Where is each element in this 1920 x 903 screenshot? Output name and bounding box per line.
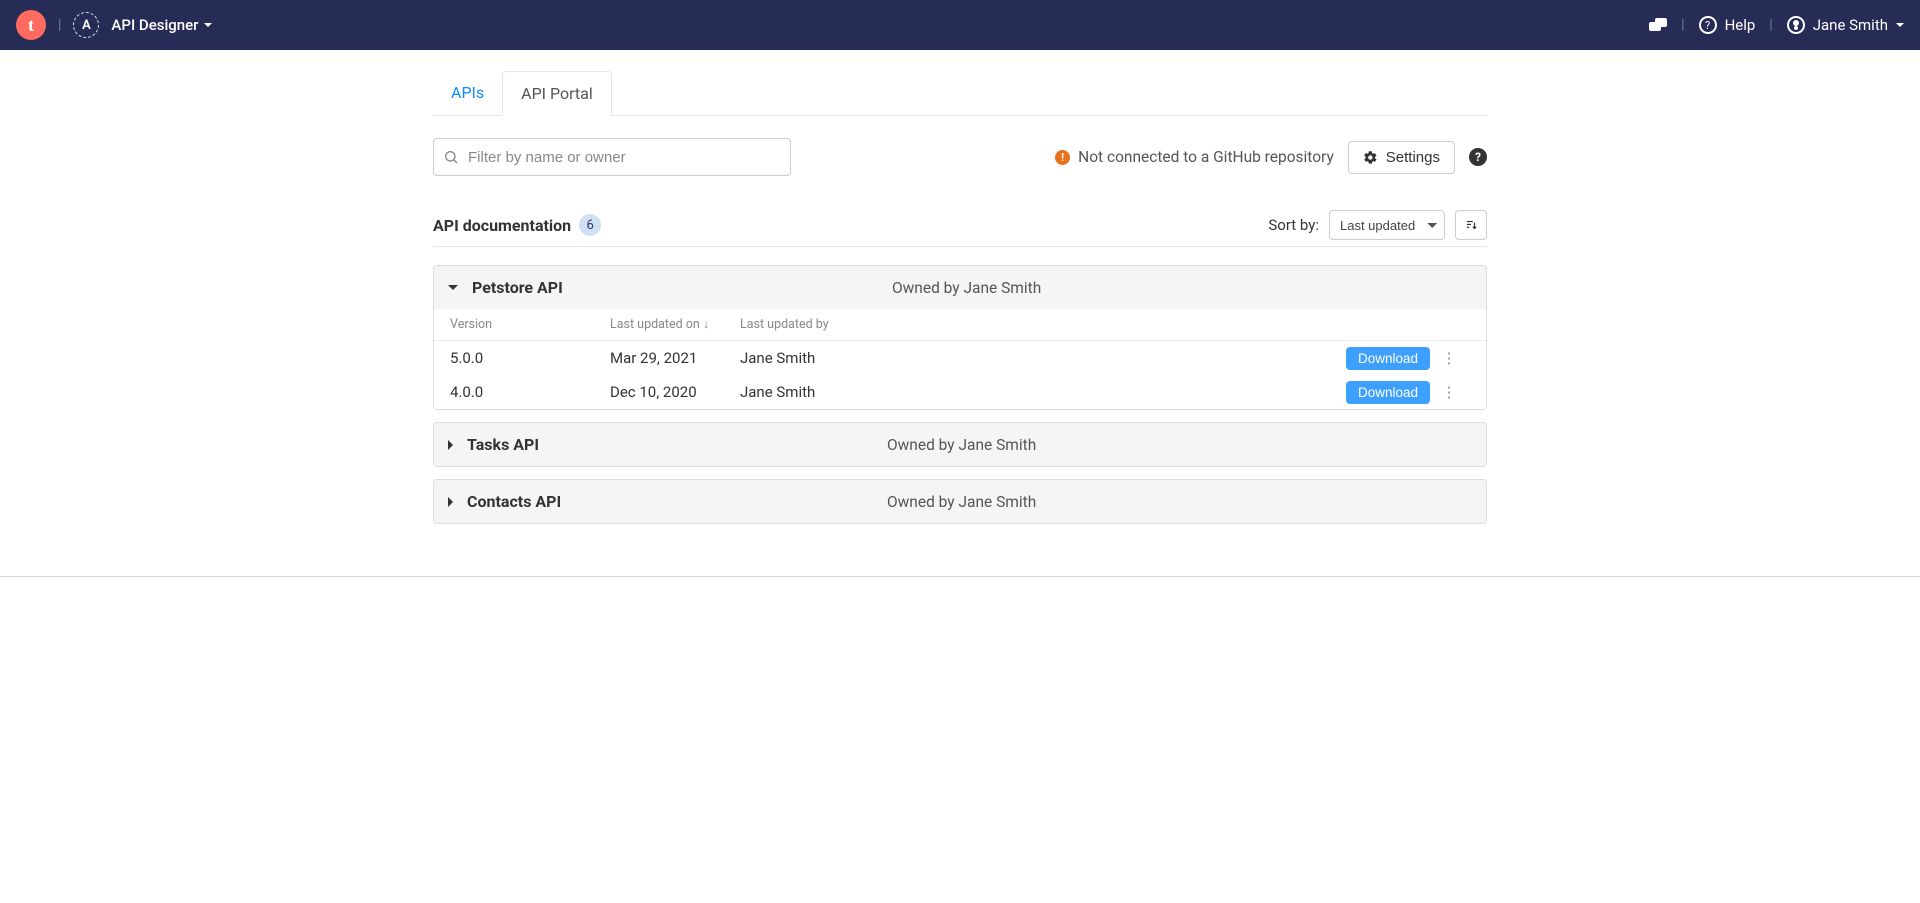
api-name: Tasks API bbox=[467, 435, 887, 454]
search-box bbox=[433, 138, 791, 176]
help-link[interactable]: ? Help bbox=[1699, 16, 1756, 34]
user-icon bbox=[1787, 16, 1805, 34]
sort-by-label: Sort by: bbox=[1268, 216, 1319, 234]
github-status: ! Not connected to a GitHub repository bbox=[1055, 148, 1334, 166]
api-panel-header[interactable]: Contacts APIOwned by Jane Smith bbox=[434, 480, 1486, 523]
user-menu[interactable]: Jane Smith bbox=[1787, 16, 1904, 34]
api-panel-header[interactable]: Tasks APIOwned by Jane Smith bbox=[434, 423, 1486, 466]
api-panels: Petstore APIOwned by Jane SmithVersionLa… bbox=[433, 246, 1487, 524]
brand-logo[interactable]: t bbox=[16, 10, 46, 40]
api-owner: Owned by Jane Smith bbox=[892, 279, 1472, 297]
app-logo-icon[interactable]: A bbox=[73, 12, 99, 38]
tab-bar: APIs API Portal bbox=[433, 70, 1487, 116]
section-count-badge: 6 bbox=[579, 214, 601, 236]
divider: | bbox=[1681, 17, 1684, 33]
updated-on-cell: Mar 29, 2021 bbox=[610, 349, 740, 367]
search-input[interactable] bbox=[433, 138, 791, 176]
section-title: API documentation bbox=[433, 216, 571, 235]
tab-apis[interactable]: APIs bbox=[433, 71, 502, 116]
caret-right-icon bbox=[448, 497, 453, 507]
tab-api-portal[interactable]: API Portal bbox=[502, 71, 612, 116]
caret-down-icon bbox=[448, 285, 458, 290]
api-name: Petstore API bbox=[472, 278, 892, 297]
divider: | bbox=[58, 17, 61, 33]
updated-by-cell: Jane Smith bbox=[740, 349, 1346, 367]
api-panel-header[interactable]: Petstore APIOwned by Jane Smith bbox=[434, 266, 1486, 309]
help-label: Help bbox=[1725, 16, 1756, 34]
app-name-label: API Designer bbox=[111, 16, 198, 34]
info-help-icon[interactable]: ? bbox=[1469, 148, 1487, 166]
chat-icon[interactable] bbox=[1649, 18, 1667, 32]
chevron-down-icon bbox=[204, 23, 212, 27]
kebab-menu-icon[interactable]: ⋮ bbox=[1430, 349, 1470, 367]
gear-icon bbox=[1363, 150, 1378, 165]
api-panel: Petstore APIOwned by Jane SmithVersionLa… bbox=[433, 265, 1487, 410]
updated-on-cell: Dec 10, 2020 bbox=[610, 383, 740, 401]
settings-button[interactable]: Settings bbox=[1348, 141, 1455, 174]
kebab-menu-icon[interactable]: ⋮ bbox=[1430, 383, 1470, 401]
divider: | bbox=[1769, 17, 1772, 33]
download-button[interactable]: Download bbox=[1346, 381, 1430, 404]
version-row: 5.0.0Mar 29, 2021Jane SmithDownload⋮ bbox=[434, 341, 1486, 375]
topbar: t | A API Designer | ? Help | Jane Smith bbox=[0, 0, 1920, 50]
sort-direction-button[interactable] bbox=[1455, 210, 1487, 240]
version-table-header: VersionLast updated on ↓Last updated by bbox=[434, 309, 1486, 341]
search-icon bbox=[443, 149, 459, 165]
api-panel-body: VersionLast updated on ↓Last updated by5… bbox=[434, 309, 1486, 409]
column-header: Last updated on ↓ bbox=[610, 317, 740, 332]
version-cell: 4.0.0 bbox=[450, 383, 610, 401]
updated-by-cell: Jane Smith bbox=[740, 383, 1346, 401]
api-owner: Owned by Jane Smith bbox=[887, 436, 1472, 454]
toolbar: ! Not connected to a GitHub repository S… bbox=[433, 138, 1487, 176]
footer-divider bbox=[0, 576, 1920, 577]
column-header: Last updated by bbox=[740, 317, 1430, 332]
main-container: APIs API Portal ! Not connected to a Git… bbox=[433, 70, 1487, 576]
github-status-text: Not connected to a GitHub repository bbox=[1078, 148, 1334, 166]
section-heading: API documentation 6 Sort by: Last update… bbox=[433, 210, 1487, 240]
api-owner: Owned by Jane Smith bbox=[887, 493, 1472, 511]
download-button[interactable]: Download bbox=[1346, 347, 1430, 370]
version-row: 4.0.0Dec 10, 2020Jane SmithDownload⋮ bbox=[434, 375, 1486, 409]
user-name-label: Jane Smith bbox=[1813, 16, 1888, 34]
version-cell: 5.0.0 bbox=[450, 349, 610, 367]
column-header: Version bbox=[450, 317, 610, 332]
api-panel: Tasks APIOwned by Jane Smith bbox=[433, 422, 1487, 467]
sort-by-select[interactable]: Last updated bbox=[1329, 210, 1445, 240]
api-name: Contacts API bbox=[467, 492, 887, 511]
warning-icon: ! bbox=[1055, 150, 1070, 165]
api-panel: Contacts APIOwned by Jane Smith bbox=[433, 479, 1487, 524]
sort-icon bbox=[1464, 218, 1478, 232]
settings-button-label: Settings bbox=[1386, 149, 1440, 166]
app-switcher[interactable]: API Designer bbox=[111, 16, 212, 34]
chevron-down-icon bbox=[1896, 23, 1904, 27]
help-icon: ? bbox=[1699, 16, 1717, 34]
caret-right-icon bbox=[448, 440, 453, 450]
